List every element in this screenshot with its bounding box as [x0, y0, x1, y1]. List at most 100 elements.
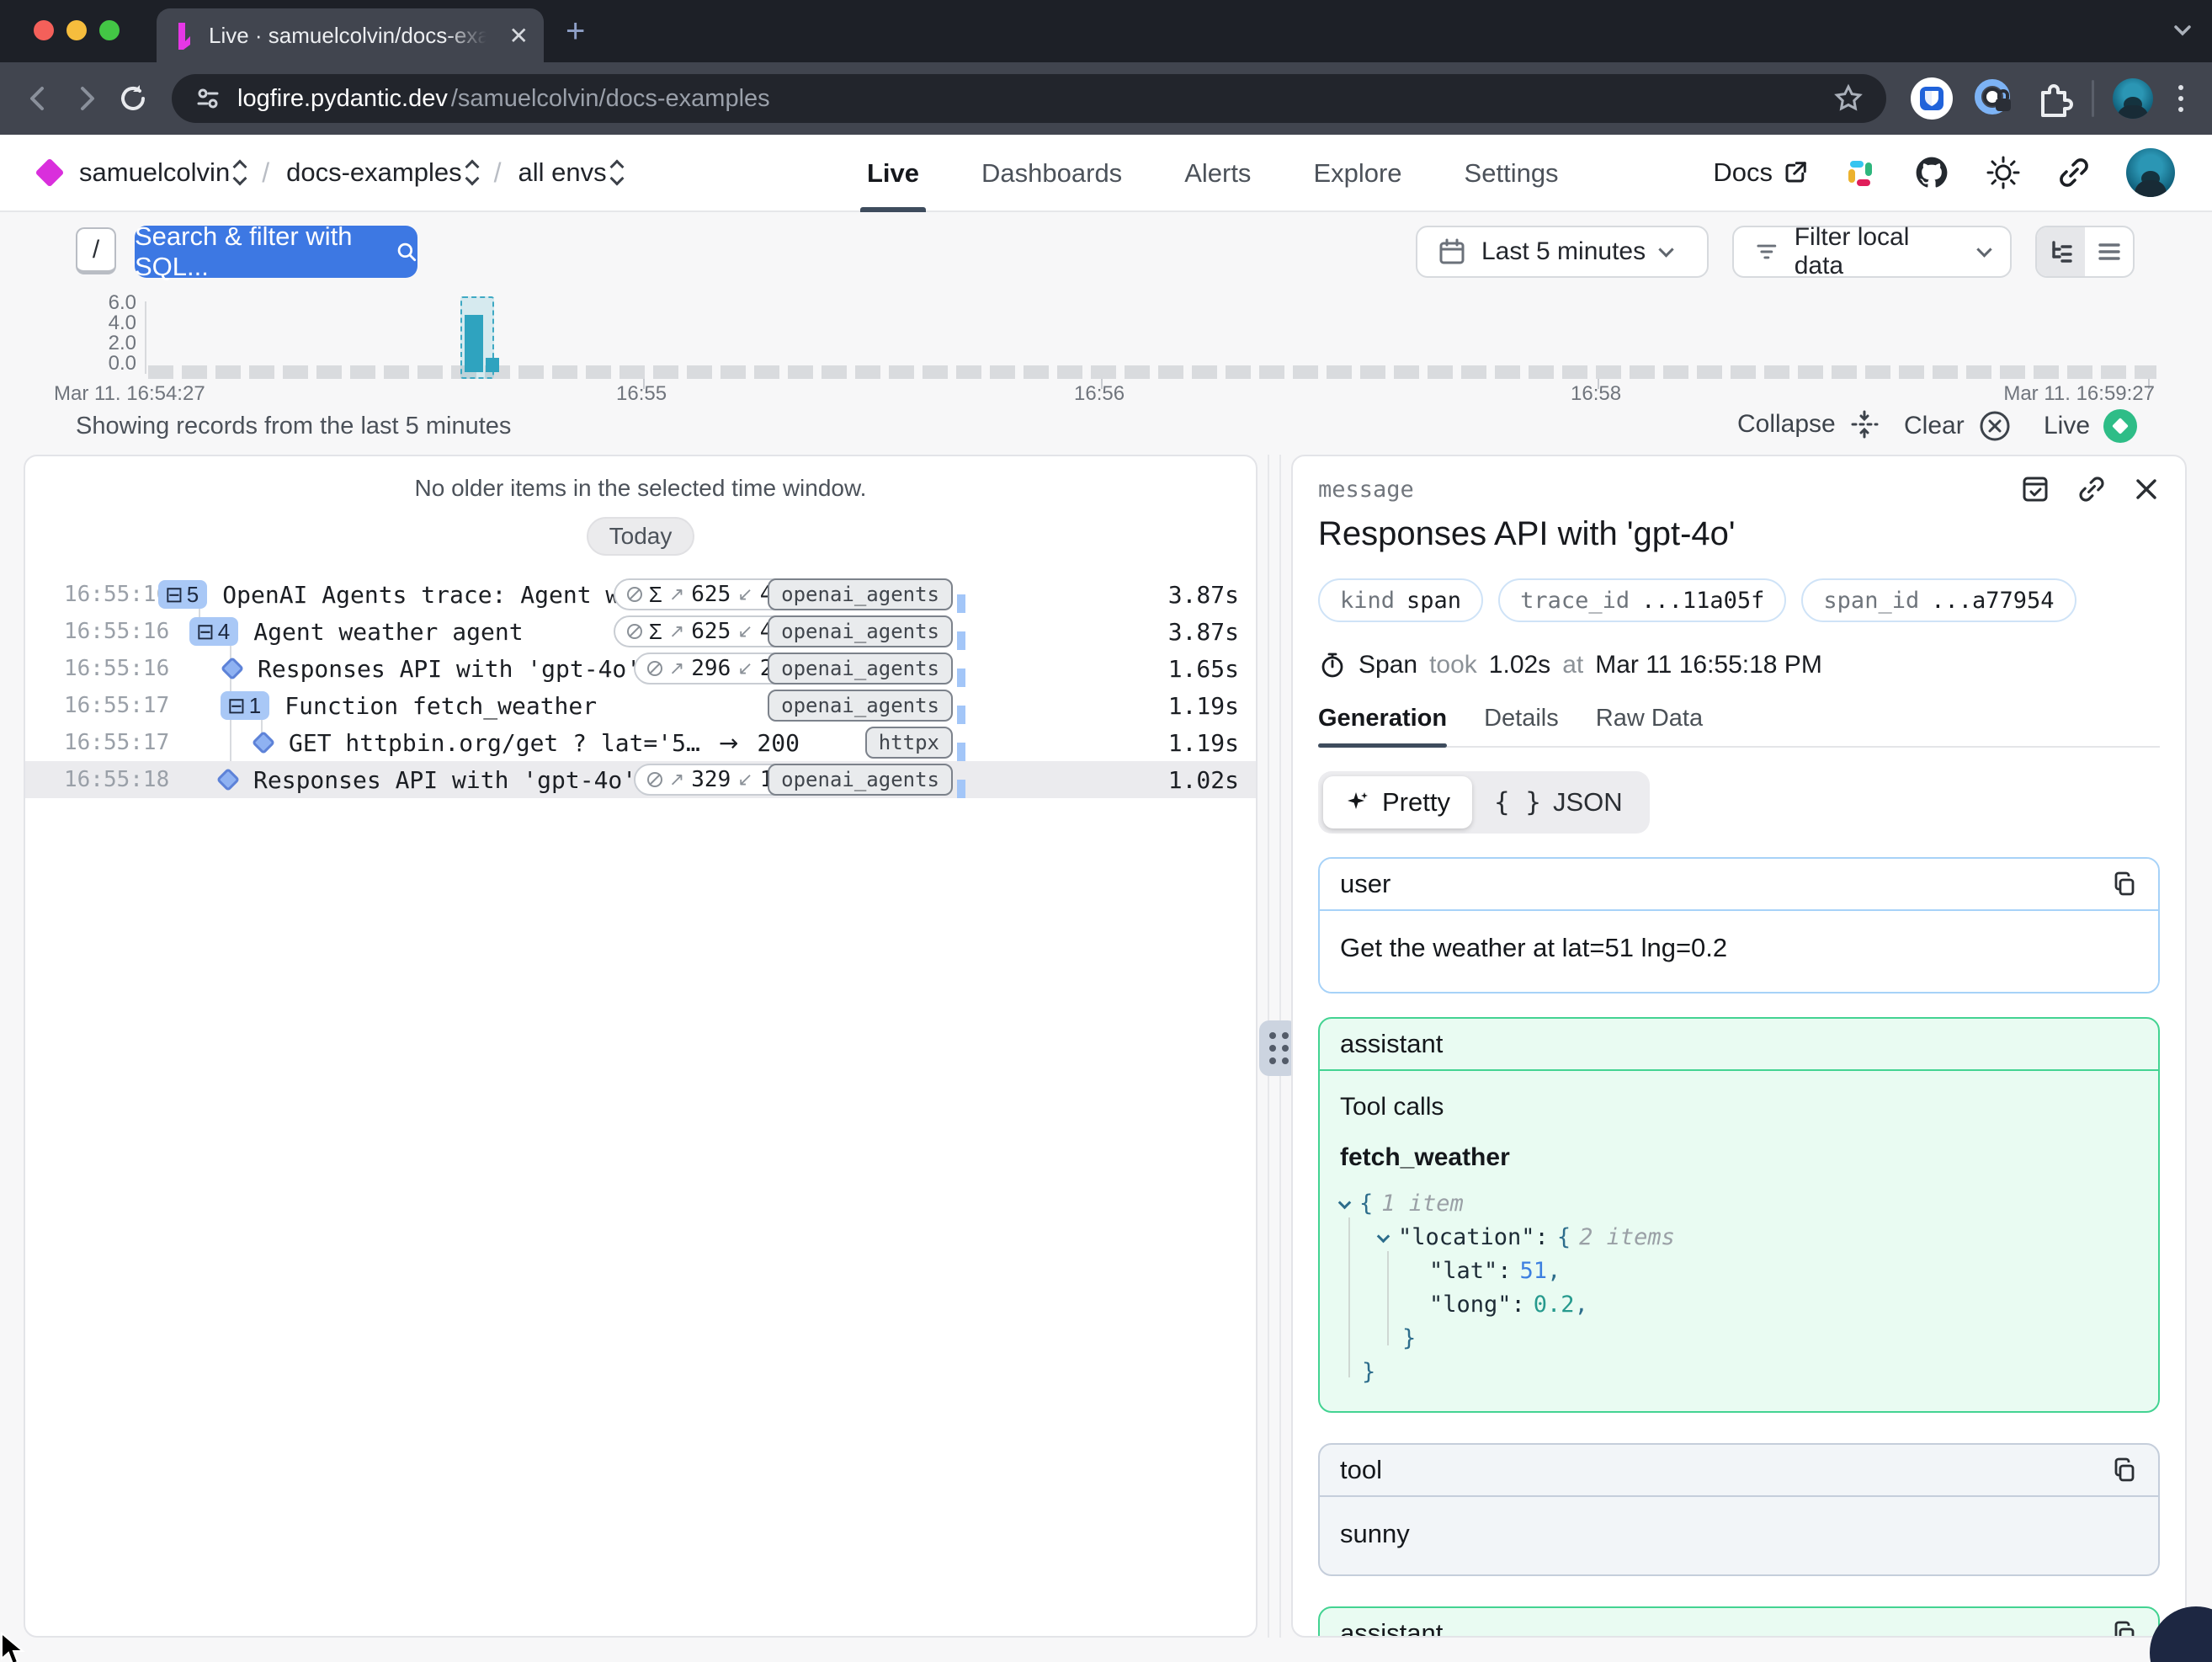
trace-row[interactable]: 16:55:16 ⊟5 OpenAI Agents trace: Agent w…: [25, 576, 1256, 613]
row-duration: 1.02s: [1151, 766, 1239, 794]
copy-icon[interactable]: [2111, 1620, 2138, 1638]
window-controls[interactable]: [34, 20, 120, 40]
chart-bar[interactable]: [486, 358, 499, 372]
collapse-box-icon: ⊟: [196, 621, 215, 642]
pretty-toggle[interactable]: Pretty: [1323, 776, 1472, 828]
browser-tab[interactable]: Live · samuelcolvin/docs-exa ✕: [157, 8, 544, 62]
tab-dashboards[interactable]: Dashboards: [981, 135, 1122, 212]
breadcrumb: samuelcolvin / docs-examples / all envs: [37, 157, 622, 189]
copy-icon[interactable]: [2111, 1457, 2138, 1484]
tab-settings[interactable]: Settings: [1465, 135, 1559, 212]
json-toggle[interactable]: { } JSON: [1472, 776, 1645, 828]
input-tokens-arrow-icon: ↗: [669, 584, 684, 605]
collapse-count-badge[interactable]: ⊟4: [189, 617, 238, 646]
tab-search-chevron-icon[interactable]: [2172, 22, 2193, 39]
search-button[interactable]: Search & filter with SQL...: [135, 226, 417, 278]
close-window-button[interactable]: [34, 20, 54, 40]
timeline-chart[interactable]: 6.0 4.0 2.0 0.0 Mar 11. 16:54:27 16:55 1…: [0, 296, 2212, 399]
maximize-window-button[interactable]: [99, 20, 120, 40]
minimize-window-button[interactable]: [66, 20, 87, 40]
trace-row-selected[interactable]: 16:55:18 Responses API with 'gpt-4o' ↗32…: [25, 761, 1256, 798]
tab-raw-data[interactable]: Raw Data: [1596, 705, 1703, 746]
user-avatar[interactable]: [2126, 148, 2175, 197]
controls-row: / Search & filter with SQL... Last 5 min…: [0, 226, 2212, 285]
row-duration: 1.65s: [1151, 655, 1239, 683]
docs-link[interactable]: Docs: [1713, 157, 1808, 188]
browser-menu-icon[interactable]: [2172, 82, 2190, 115]
selector-chevrons-icon: [235, 162, 245, 184]
filter-icon: [1754, 239, 1779, 264]
kind-pill: kindspan: [1318, 578, 1483, 622]
today-pill[interactable]: Today: [587, 517, 694, 556]
archive-select-icon[interactable]: [2020, 474, 2050, 504]
breadcrumb-env[interactable]: all envs: [518, 157, 621, 188]
back-button[interactable]: [22, 82, 61, 115]
github-icon[interactable]: [1912, 153, 1951, 192]
chart-bar[interactable]: [465, 315, 483, 372]
row-duration: 1.19s: [1151, 729, 1239, 757]
clear-button[interactable]: Clear: [1904, 409, 2012, 443]
password-manager-extension-icon[interactable]: [1972, 77, 2016, 120]
status-row: Showing records from the last 5 minutes …: [0, 406, 2212, 448]
bookmark-star-icon[interactable]: [1832, 83, 1864, 115]
trace-row[interactable]: 16:55:16 ⊟4 Agent weather agent Σ↗625↙40…: [25, 613, 1256, 650]
collapse-count-badge[interactable]: ⊟1: [221, 691, 269, 720]
clear-circle-x-icon: [1978, 409, 2012, 443]
tab-details[interactable]: Details: [1484, 705, 1559, 746]
span-id-pills: kindspan trace_id...11a05f span_id...a77…: [1318, 578, 2160, 622]
collapse-button[interactable]: Collapse: [1737, 409, 1880, 439]
trace-row[interactable]: 16:55:17 ⊟1 Function fetch_weather opena…: [25, 687, 1256, 724]
tree-view-toggle[interactable]: [2037, 227, 2085, 276]
tokens-icon: [647, 661, 662, 676]
tab-live[interactable]: Live: [867, 135, 919, 212]
bitwarden-extension-icon[interactable]: [1910, 77, 1954, 120]
reload-button[interactable]: [116, 82, 155, 115]
filter-local-data-dropdown[interactable]: Filter local data: [1732, 226, 2012, 278]
copy-link-icon[interactable]: [2076, 473, 2108, 505]
trace-id-pill[interactable]: trace_id...11a05f: [1498, 578, 1786, 622]
tab-alerts[interactable]: Alerts: [1184, 135, 1251, 212]
trace-row[interactable]: 16:55:16 Responses API with 'gpt-4o' ↗29…: [25, 650, 1256, 687]
x-tick-label: 16:55: [616, 382, 667, 406]
theme-toggle-sun-icon[interactable]: [1985, 154, 2022, 191]
view-format-toggle: Pretty { } JSON: [1318, 771, 1650, 834]
live-button[interactable]: Live: [2044, 409, 2137, 443]
span-name: OpenAI Agents trace: Agent workflow: [222, 581, 657, 609]
slash-shortcut-key[interactable]: /: [76, 227, 116, 274]
message-card-user: user Get the weather at lat=51 lng=0.2: [1318, 857, 2160, 993]
url-bar[interactable]: logfire.pydantic.dev/samuelcolvin/docs-e…: [172, 74, 1886, 123]
tab-close-icon[interactable]: ✕: [509, 22, 529, 50]
time-range-dropdown[interactable]: Last 5 minutes: [1416, 226, 1709, 278]
slack-icon[interactable]: [1842, 154, 1879, 191]
output-tokens-arrow-icon: ↙: [737, 584, 752, 605]
forward-button[interactable]: [69, 82, 108, 115]
collapse-icon: [1849, 409, 1880, 439]
span-duration-summary: Span took 1.02s at Mar 11 16:55:18 PM: [1318, 651, 2160, 679]
scope-tag: openai_agents: [768, 690, 953, 722]
json-collapse-chevron-icon[interactable]: [1377, 1229, 1390, 1243]
extensions-puzzle-icon[interactable]: [2034, 79, 2073, 118]
browser-toolbar: logfire.pydantic.dev/samuelcolvin/docs-e…: [0, 62, 2212, 135]
new-tab-button[interactable]: +: [566, 19, 585, 44]
site-info-icon[interactable]: [194, 84, 222, 113]
x-tick-label: Mar 11. 16:59:27: [2003, 382, 2155, 406]
collapse-count-badge[interactable]: ⊟5: [158, 580, 207, 609]
browser-profile-avatar[interactable]: [2113, 78, 2153, 119]
x-tick-label: 16:56: [1074, 382, 1125, 406]
tab-explore[interactable]: Explore: [1313, 135, 1401, 212]
tab-generation[interactable]: Generation: [1318, 705, 1447, 746]
list-view-toggle[interactable]: [2085, 227, 2133, 276]
card-role: user: [1340, 869, 1390, 899]
copy-icon[interactable]: [2111, 871, 2138, 898]
trace-row[interactable]: 16:55:17 GET httpbin.org/get ? lat='51.0…: [25, 724, 1256, 761]
http-status-code: 200: [757, 729, 800, 757]
span-id-pill[interactable]: span_id...a77954: [1801, 578, 2076, 622]
breadcrumb-org[interactable]: samuelcolvin: [79, 157, 245, 188]
json-collapse-chevron-icon[interactable]: [1338, 1196, 1352, 1209]
y-axis-line: [145, 301, 146, 374]
copy-link-icon[interactable]: [2055, 154, 2092, 191]
close-icon[interactable]: [2133, 476, 2160, 503]
row-duration: 3.87s: [1151, 618, 1239, 646]
mouse-cursor: [0, 1632, 29, 1662]
breadcrumb-project[interactable]: docs-examples: [286, 157, 476, 188]
